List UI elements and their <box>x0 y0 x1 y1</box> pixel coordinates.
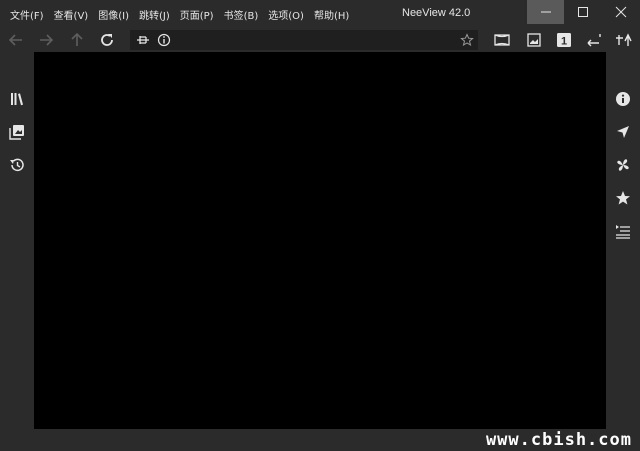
menu-view[interactable]: 查看(V) <box>54 7 89 22</box>
window-title: NeeView 42.0 <box>402 7 471 19</box>
menu-file[interactable]: 文件(F) <box>10 7 44 22</box>
file-info-icon[interactable] <box>613 89 633 109</box>
history-icon[interactable] <box>7 155 27 175</box>
close-button[interactable] <box>602 0 639 24</box>
playlist-icon[interactable] <box>613 221 633 241</box>
arrow-right-icon <box>40 34 54 46</box>
bookshelf-icon[interactable] <box>7 89 27 109</box>
menu-page[interactable]: 页面(P) <box>180 7 214 22</box>
close-icon <box>615 6 626 18</box>
pin-arrow-icon <box>616 33 632 46</box>
address-bar[interactable] <box>130 30 478 50</box>
right-sidebar <box>606 52 640 429</box>
status-bar: www.cbish.com <box>0 429 640 451</box>
minimize-icon <box>540 11 551 13</box>
menu-help[interactable]: 帮助(H) <box>314 7 349 22</box>
favorite-star-icon[interactable] <box>613 188 633 208</box>
watermark-text: www.cbish.com <box>485 430 632 450</box>
arrow-left-icon <box>8 34 22 46</box>
single-page-button[interactable]: 1 <box>552 28 576 52</box>
effect-icon[interactable] <box>613 155 633 175</box>
up-button[interactable] <box>65 28 89 52</box>
info-icon[interactable] <box>157 33 171 52</box>
menu-options[interactable]: 选项(O) <box>268 7 304 22</box>
menu-image[interactable]: 图像(I) <box>98 7 129 22</box>
address-toolbar: 1 <box>0 28 640 52</box>
minimize-button[interactable] <box>527 0 564 24</box>
frame-icon <box>494 34 510 46</box>
back-button[interactable] <box>4 28 28 52</box>
maximize-icon <box>577 7 588 17</box>
page-one-icon: 1 <box>557 33 571 48</box>
page-mode-badge: 1 <box>561 36 567 48</box>
refresh-icon <box>101 34 113 46</box>
menu-bar: 文件(F) 查看(V) 图像(I) 跳转(J) 页面(P) 书签(B) 选项(O… <box>10 0 359 28</box>
menu-bookmark[interactable]: 书签(B) <box>224 7 259 22</box>
maximize-button[interactable] <box>564 0 601 24</box>
left-sidebar <box>0 52 34 429</box>
title-bar: 文件(F) 查看(V) 图像(I) 跳转(J) 页面(P) 书签(B) 选项(O… <box>0 0 640 28</box>
direction-button[interactable] <box>582 28 606 52</box>
page-list-icon[interactable] <box>7 122 27 142</box>
reload-button[interactable] <box>95 28 119 52</box>
swap-direction-icon <box>587 34 601 47</box>
arrow-up-icon <box>71 32 83 46</box>
menu-jump[interactable]: 跳转(J) <box>139 7 170 22</box>
stretch-window-button[interactable] <box>490 28 514 52</box>
image-view-button[interactable] <box>522 28 546 52</box>
bookmark-list-button[interactable] <box>611 28 635 52</box>
forward-button[interactable] <box>34 28 58 52</box>
image-icon <box>527 33 541 47</box>
navigator-icon[interactable] <box>613 122 633 142</box>
image-viewer[interactable] <box>34 52 606 429</box>
bookmark-star-icon[interactable] <box>460 33 474 52</box>
pin-icon[interactable] <box>136 33 150 52</box>
